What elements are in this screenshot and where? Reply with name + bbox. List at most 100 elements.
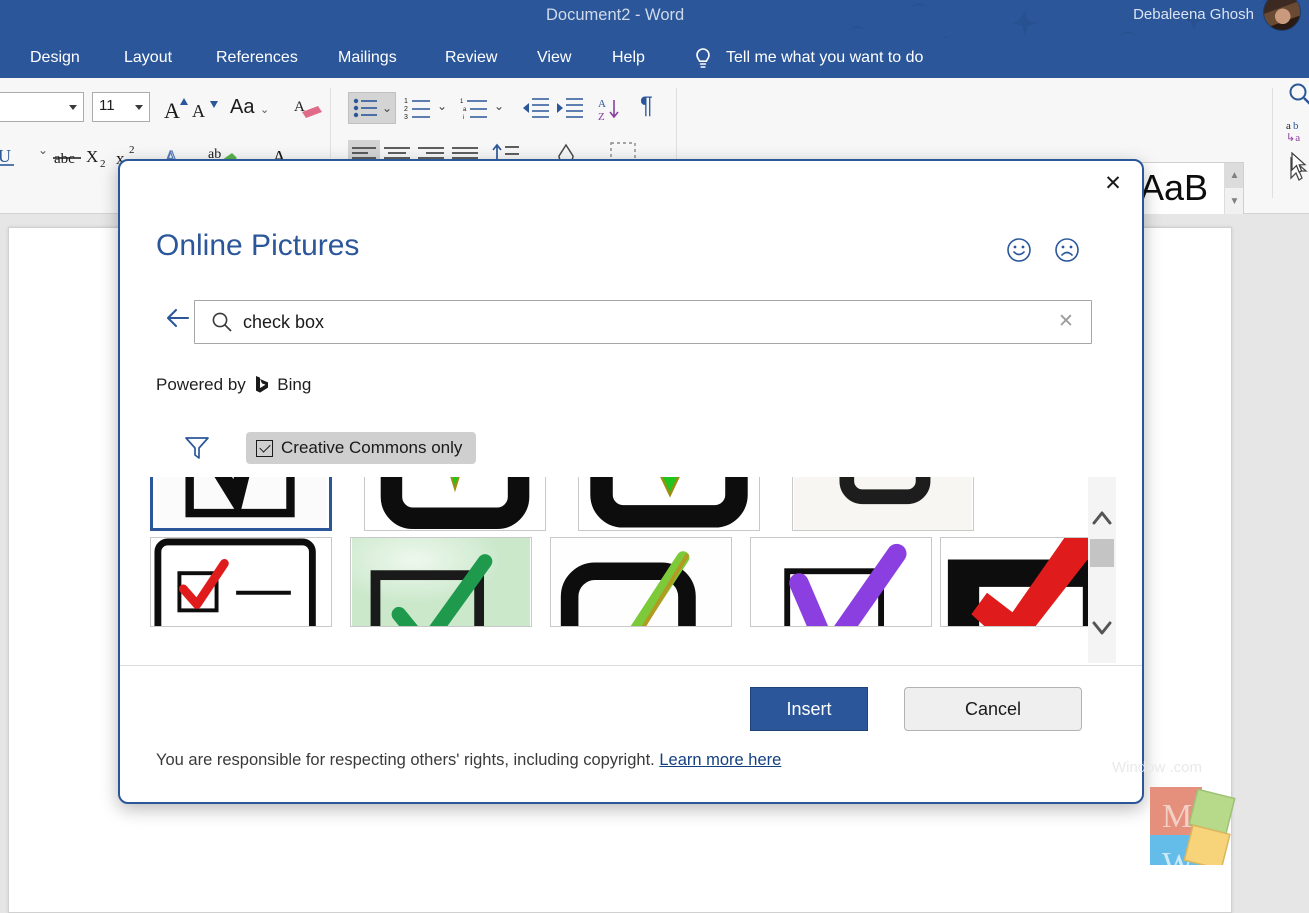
legal-text: You are responsible for respecting other… bbox=[156, 751, 655, 769]
tab-help[interactable]: Help bbox=[612, 38, 645, 78]
thumbnail-result[interactable] bbox=[350, 537, 532, 627]
ribbon-separator bbox=[1272, 88, 1273, 198]
formatting-marks-icon[interactable]: ¶ bbox=[640, 94, 653, 118]
creative-commons-checkbox[interactable] bbox=[256, 439, 273, 457]
svg-text:X: X bbox=[86, 147, 98, 166]
cancel-button[interactable]: Cancel bbox=[904, 687, 1082, 731]
svg-text:1: 1 bbox=[460, 99, 464, 105]
svg-text:abc: abc bbox=[54, 151, 75, 167]
svg-text:U: U bbox=[0, 146, 11, 166]
font-name-combo[interactable]: ody) bbox=[0, 92, 84, 122]
clear-formatting-icon[interactable]: A bbox=[294, 94, 324, 122]
svg-text:2: 2 bbox=[404, 106, 408, 113]
online-pictures-dialog: ✕ Online Pictures ✕ Powered by Bing bbox=[118, 159, 1144, 804]
shrink-font-icon[interactable]: A bbox=[190, 96, 220, 122]
legal-notice: You are responsible for respecting other… bbox=[156, 751, 781, 770]
dialog-title: Online Pictures bbox=[156, 229, 360, 262]
replace-icon[interactable]: a b ↳a bbox=[1286, 118, 1309, 144]
numbered-list-icon[interactable]: 1 2 3 bbox=[404, 96, 432, 122]
gallery-scroll-up[interactable]: ▲ bbox=[1225, 163, 1243, 188]
chevron-down-icon: ⌄ bbox=[381, 101, 392, 115]
chevron-down-icon bbox=[69, 105, 77, 110]
tell-me-search[interactable]: Tell me what you want to do bbox=[726, 38, 923, 78]
increase-indent-icon[interactable] bbox=[556, 96, 584, 122]
thumbnail-result[interactable] bbox=[750, 537, 932, 627]
powered-by-bing: Powered by Bing bbox=[156, 375, 311, 395]
tab-view[interactable]: View bbox=[537, 38, 571, 78]
chevron-down-icon[interactable]: ⌄ bbox=[494, 100, 504, 112]
clear-search-icon[interactable]: ✕ bbox=[1055, 311, 1077, 333]
tab-layout[interactable]: Layout bbox=[124, 38, 172, 78]
thumbnail-result[interactable] bbox=[150, 477, 332, 531]
svg-text:A: A bbox=[598, 98, 606, 110]
thumbnail-result[interactable] bbox=[578, 477, 760, 531]
svg-text:A: A bbox=[164, 98, 180, 122]
svg-text:Z: Z bbox=[598, 111, 605, 123]
underline-icon[interactable]: U bbox=[0, 144, 22, 170]
back-arrow-icon[interactable] bbox=[162, 301, 196, 335]
lightbulb-icon bbox=[696, 48, 710, 68]
font-size-combo[interactable]: 11 bbox=[92, 92, 150, 122]
document-title: Document2 - Word bbox=[546, 6, 685, 24]
thumbnail-result[interactable] bbox=[792, 477, 974, 531]
mouse-cursor-icon bbox=[1291, 152, 1307, 173]
chevron-down-icon[interactable]: ⌄ bbox=[437, 100, 447, 112]
search-icon[interactable] bbox=[1288, 82, 1309, 108]
multilevel-list-icon[interactable]: 1 a i bbox=[460, 96, 490, 122]
svg-text:i: i bbox=[463, 115, 464, 121]
ribbon-tab-bar: Design Layout References Mailings Review… bbox=[0, 38, 1309, 78]
tab-design[interactable]: Design bbox=[30, 38, 80, 78]
powered-by-prefix: Powered by bbox=[156, 375, 246, 394]
filter-funnel-icon[interactable] bbox=[184, 435, 210, 461]
tab-review[interactable]: Review bbox=[445, 38, 497, 78]
close-icon[interactable]: ✕ bbox=[1098, 169, 1128, 199]
strikethrough-icon[interactable]: abc bbox=[52, 144, 82, 170]
svg-text:b: b bbox=[1293, 120, 1299, 132]
search-results-grid[interactable] bbox=[150, 477, 1116, 663]
scroll-down-icon[interactable] bbox=[1088, 609, 1116, 647]
change-case-label: Aa bbox=[230, 96, 255, 118]
subscript-icon[interactable]: X 2 bbox=[86, 142, 114, 170]
chevron-down-icon bbox=[135, 105, 143, 110]
thumbnail-result[interactable] bbox=[364, 477, 546, 531]
creative-commons-label: Creative Commons only bbox=[281, 438, 463, 457]
smiley-happy-icon[interactable] bbox=[1006, 237, 1032, 263]
account-user-name: Debaleena Ghosh bbox=[1133, 6, 1254, 23]
bing-logo-icon bbox=[254, 375, 270, 394]
ribbon-separator bbox=[330, 88, 331, 158]
grow-font-icon[interactable]: A bbox=[162, 94, 192, 122]
svg-text:A: A bbox=[192, 101, 205, 121]
tab-mailings[interactable]: Mailings bbox=[338, 38, 397, 78]
tab-references[interactable]: References bbox=[216, 38, 298, 78]
search-icon bbox=[212, 312, 232, 332]
bullets-button[interactable]: ⌄ bbox=[348, 92, 396, 124]
insert-button[interactable]: Insert bbox=[750, 687, 868, 731]
bullet-list-icon bbox=[353, 98, 377, 118]
svg-text:a: a bbox=[463, 107, 467, 113]
title-bar: Document2 - Word Debaleena Ghosh bbox=[0, 0, 1309, 38]
change-case-button[interactable]: Aa ⌄ bbox=[230, 96, 269, 119]
svg-text:1: 1 bbox=[404, 98, 408, 105]
learn-more-link[interactable]: Learn more here bbox=[659, 751, 781, 769]
thumbnail-result[interactable] bbox=[550, 537, 732, 627]
footer-divider bbox=[120, 665, 1142, 666]
results-scrollbar[interactable] bbox=[1088, 477, 1116, 663]
creative-commons-filter-chip[interactable]: Creative Commons only bbox=[246, 432, 477, 464]
svg-text:2: 2 bbox=[129, 144, 135, 156]
search-input[interactable] bbox=[243, 301, 1043, 343]
font-size-value: 11 bbox=[99, 97, 115, 114]
svg-text:2: 2 bbox=[100, 158, 106, 170]
scrollbar-thumb[interactable] bbox=[1090, 539, 1114, 567]
decrease-indent-icon[interactable] bbox=[522, 96, 550, 122]
search-box[interactable]: ✕ bbox=[194, 300, 1092, 344]
svg-text:3: 3 bbox=[404, 114, 408, 121]
svg-text:↳a: ↳a bbox=[1286, 132, 1300, 144]
gallery-scroll-down[interactable]: ▼ bbox=[1225, 189, 1243, 214]
svg-text:a: a bbox=[1286, 120, 1291, 132]
powered-by-provider: Bing bbox=[277, 375, 312, 394]
thumbnail-result[interactable] bbox=[150, 537, 332, 627]
sort-icon[interactable]: A Z bbox=[598, 94, 626, 124]
smiley-sad-icon[interactable] bbox=[1054, 237, 1080, 263]
scroll-up-icon[interactable] bbox=[1088, 499, 1116, 537]
underline-chevron-icon[interactable]: ⌄ bbox=[38, 144, 48, 156]
